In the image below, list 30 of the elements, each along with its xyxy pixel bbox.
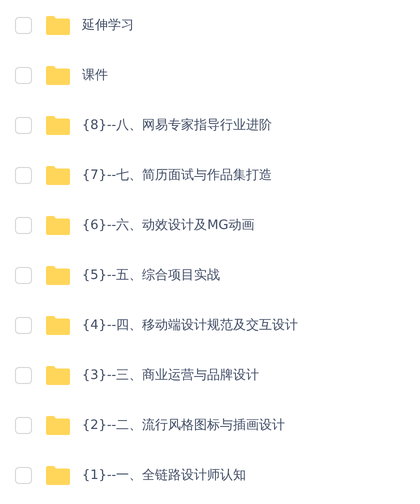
- folder-name[interactable]: {8}--八、网易专家指导行业进阶: [82, 116, 272, 134]
- folder-name[interactable]: 延伸学习: [82, 16, 134, 34]
- folder-name[interactable]: {3}--三、商业运营与品牌设计: [82, 366, 260, 384]
- folder-name[interactable]: 课件: [82, 66, 108, 84]
- folder-icon: [45, 416, 70, 434]
- folder-icon: [45, 466, 70, 484]
- checkbox[interactable]: [15, 116, 32, 134]
- checkbox[interactable]: [15, 266, 32, 284]
- checkbox[interactable]: [15, 216, 32, 234]
- folder-icon: [45, 216, 70, 234]
- checkbox[interactable]: [15, 16, 32, 34]
- folder-icon: [45, 266, 70, 284]
- folder-name[interactable]: {2}--二、流行风格图标与插画设计: [82, 416, 286, 434]
- folder-name[interactable]: {7}--七、简历面试与作品集打造: [82, 166, 272, 184]
- checkbox[interactable]: [15, 466, 32, 484]
- checkbox[interactable]: [15, 366, 32, 384]
- checkbox[interactable]: [15, 316, 32, 334]
- checkbox[interactable]: [15, 166, 32, 184]
- folder-icon: [45, 166, 70, 184]
- folder-icon: [45, 116, 70, 134]
- checkbox[interactable]: [15, 416, 32, 434]
- folder-name[interactable]: {4}--四、移动端设计规范及交互设计: [82, 316, 298, 334]
- folder-name[interactable]: {1}--一、全链路设计师认知: [82, 466, 246, 484]
- folder-icon: [45, 366, 70, 384]
- folder-name[interactable]: {5}--五、综合项目实战: [82, 266, 220, 284]
- checkbox[interactable]: [15, 66, 32, 84]
- folder-icon: [45, 66, 70, 84]
- folder-icon: [45, 16, 70, 34]
- folder-icon: [45, 316, 70, 334]
- folder-name[interactable]: {6}--六、动效设计及MG动画: [82, 216, 254, 234]
